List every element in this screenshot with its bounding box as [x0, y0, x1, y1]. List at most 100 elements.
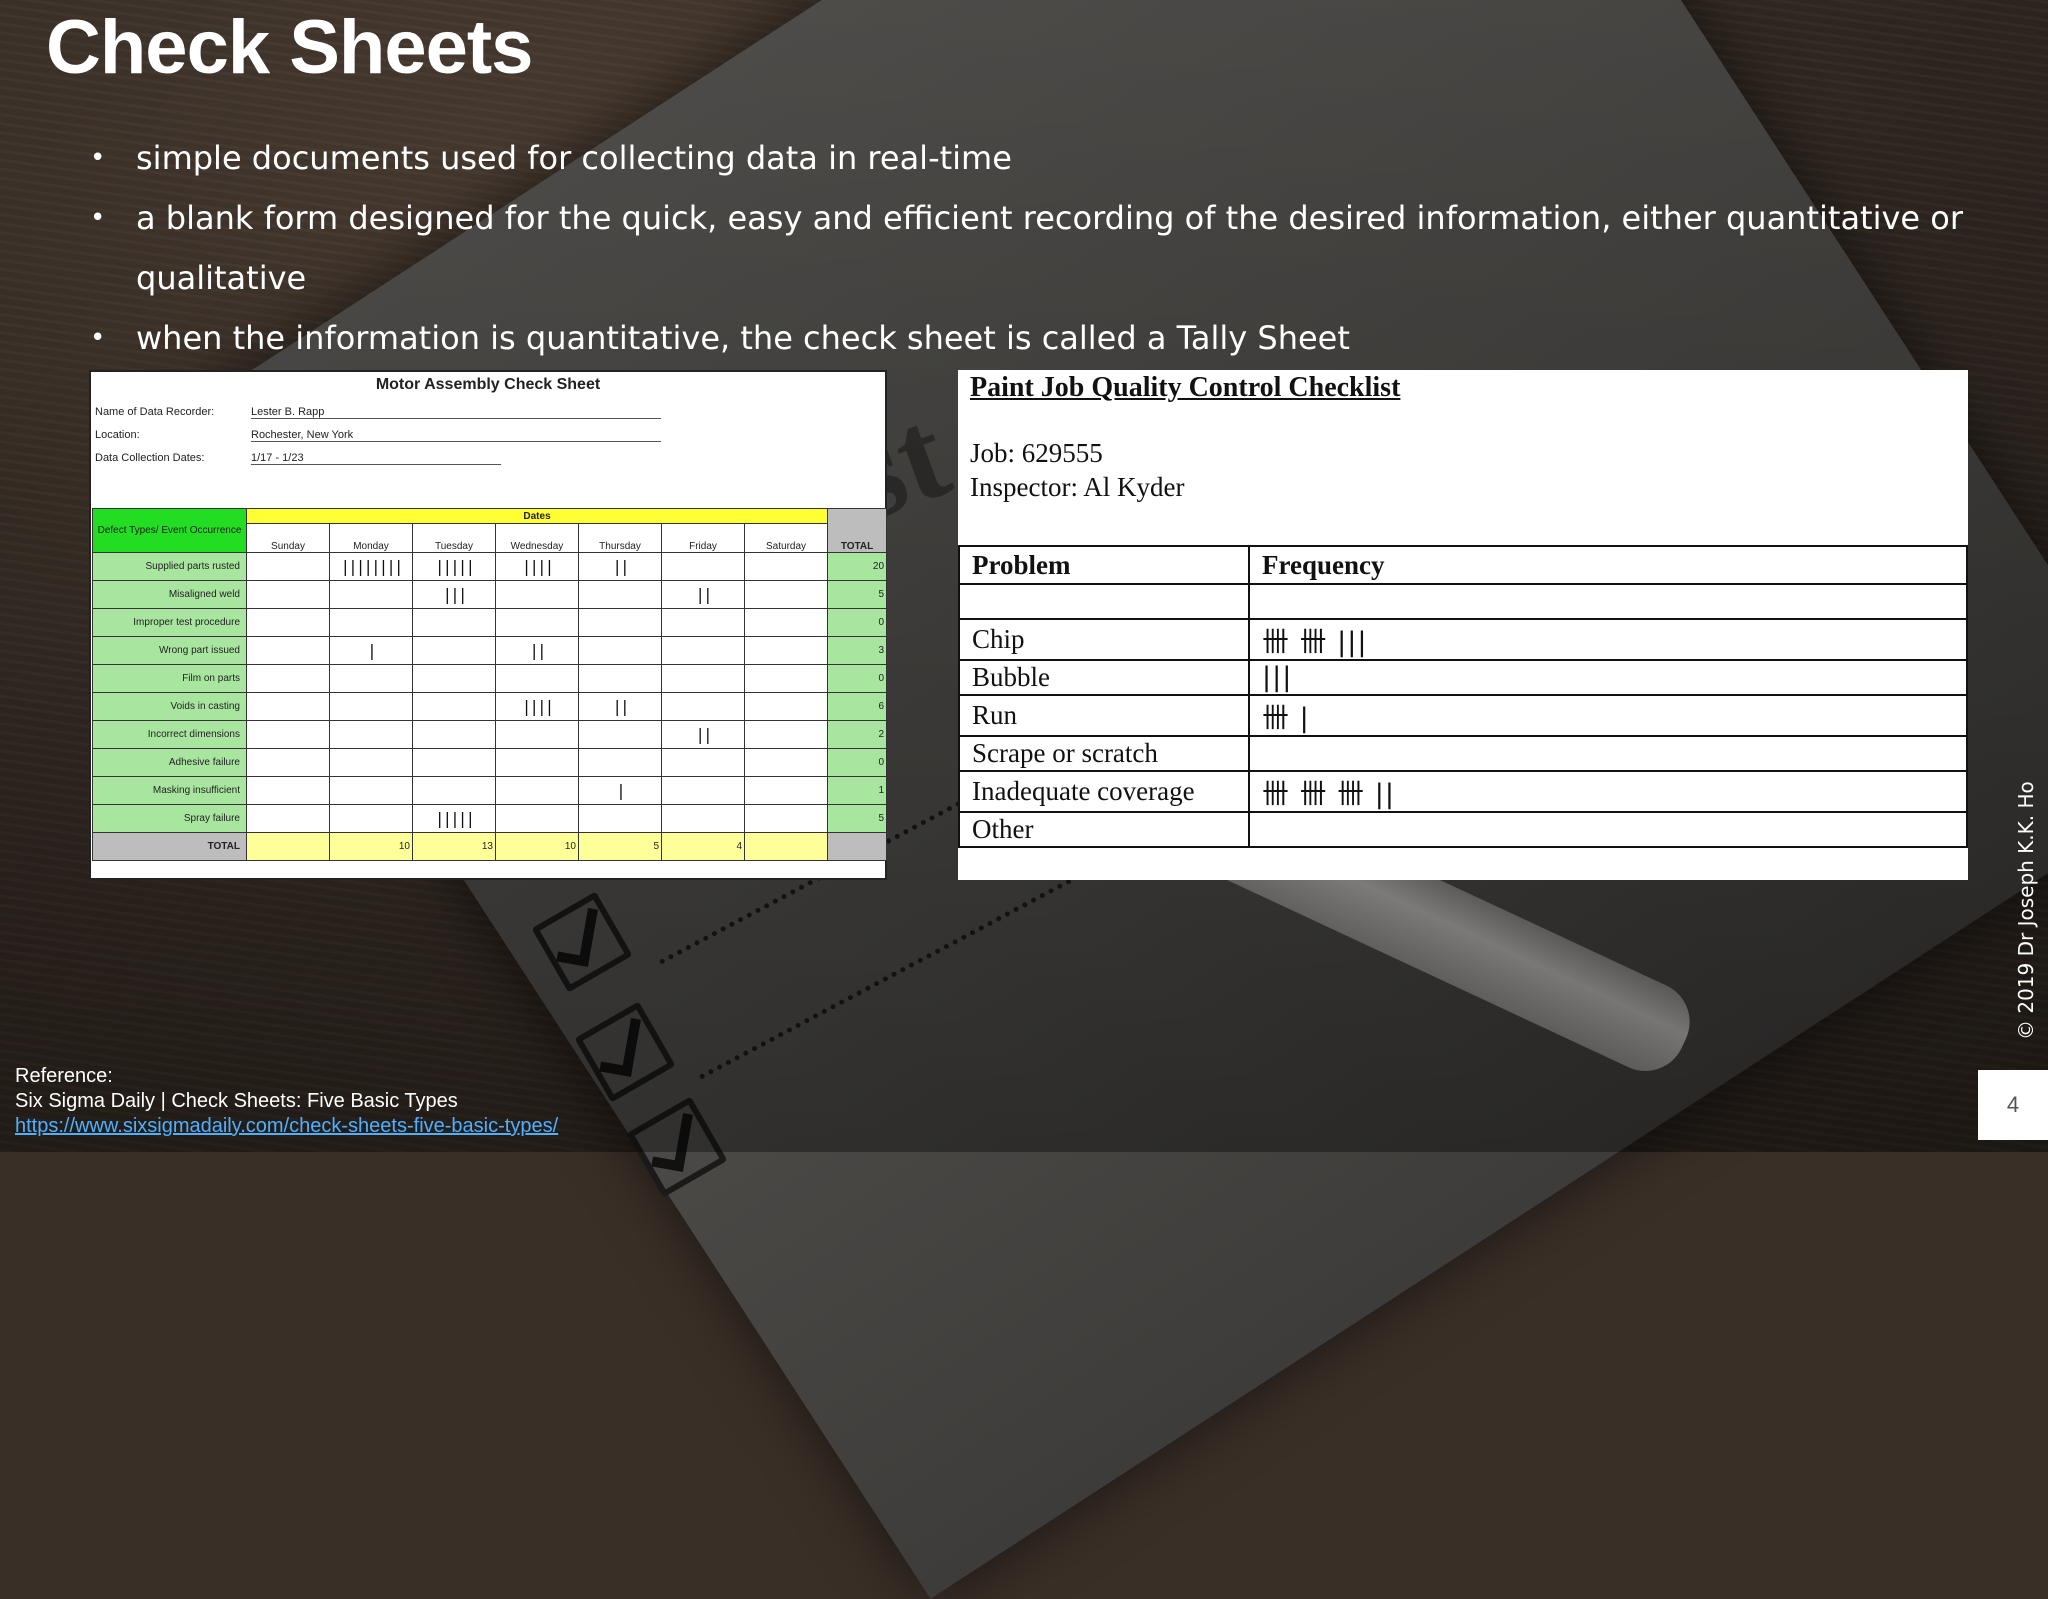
tally-cell	[329, 776, 413, 805]
dates-header: Dates	[245, 508, 829, 524]
table-row: Misaligned weld ||| || 5	[92, 580, 888, 609]
tally-cell: |	[329, 636, 413, 665]
defect-type-label: Misaligned weld	[92, 580, 247, 609]
tally-cell	[329, 608, 413, 637]
reference-label: Reference:	[15, 1065, 113, 1087]
tally-cell	[329, 692, 413, 721]
defect-type-label: Improper test procedure	[92, 608, 247, 637]
tally-cell	[661, 748, 745, 777]
day-total: 4	[661, 832, 745, 861]
tally-cell	[329, 580, 413, 609]
table-row: Masking insufficient | 1	[92, 776, 888, 805]
defect-type-label: Masking insufficient	[92, 776, 247, 805]
day-total: 10	[329, 832, 413, 861]
tally-cell	[578, 748, 662, 777]
defect-types-header: Defect Types/ Event Occurrence	[92, 508, 247, 553]
tally-cell	[743, 692, 829, 721]
day-total: 10	[495, 832, 579, 861]
tally-cell	[661, 552, 745, 581]
problem-cell: Run	[958, 694, 1250, 737]
table-row: Film on parts 0	[92, 664, 888, 693]
reference-link[interactable]: https://www.sixsigmadaily.com/check-shee…	[15, 1115, 558, 1137]
tally-cell	[412, 664, 496, 693]
tally-cell	[495, 748, 579, 777]
dates-value: 1/17 - 1/23	[251, 452, 501, 465]
tally-cell	[743, 804, 829, 833]
location-field: Location: Rochester, New York	[95, 429, 661, 442]
frequency-tally-cell	[1248, 811, 1968, 848]
tally-cell	[412, 748, 496, 777]
tally-cell	[661, 804, 745, 833]
table-row: Wrong part issued | || 3	[92, 636, 888, 665]
blank-cell	[1248, 583, 1968, 620]
tally-cell	[412, 608, 496, 637]
tally-cell	[329, 804, 413, 833]
defect-type-label: Incorrect dimensions	[92, 720, 247, 749]
day-header: Thursday	[578, 523, 662, 553]
tally-cell	[412, 692, 496, 721]
row-total: 5	[827, 580, 888, 609]
tally-cell	[495, 804, 579, 833]
tally-cell	[578, 804, 662, 833]
tally-cell: |||	[412, 580, 496, 609]
paint-sheet-title: Paint Job Quality Control Checklist	[970, 372, 1401, 403]
tally-cell	[495, 776, 579, 805]
defect-type-label: Spray failure	[92, 804, 247, 833]
tally-cell	[246, 636, 330, 665]
copyright-notice: © 2019 Dr Joseph K.K. Ho	[2014, 781, 2038, 1040]
row-total: 0	[827, 664, 888, 693]
reference-block: Reference: Six Sigma Daily | Check Sheet…	[15, 1064, 558, 1139]
defect-type-label: Film on parts	[92, 664, 247, 693]
frequency-tally-cell: |||	[1248, 659, 1968, 696]
total-header: TOTAL	[827, 508, 888, 553]
tally-cell	[246, 664, 330, 693]
tally-cell	[743, 776, 829, 805]
page-number: 4	[1978, 1070, 2048, 1140]
tally-cell	[743, 636, 829, 665]
day-total: 13	[412, 832, 496, 861]
day-total: 5	[578, 832, 662, 861]
table-row: Chip 卌 卌 |||	[958, 618, 1968, 661]
row-total: 0	[827, 608, 888, 637]
tally-cell	[661, 636, 745, 665]
bullet-item: simple documents used for collecting dat…	[88, 128, 2048, 188]
bullet-item: when the information is quantitative, th…	[88, 308, 2048, 368]
defect-type-label: Wrong part issued	[92, 636, 247, 665]
defect-type-label: Voids in casting	[92, 692, 247, 721]
frequency-tally-cell: 卌 |	[1248, 694, 1968, 737]
tally-cell: ||||	[495, 692, 579, 721]
frequency-tally-cell: 卌 卌 卌 ||	[1248, 770, 1968, 813]
tally-cell: ||	[661, 580, 745, 609]
tally-cell	[743, 664, 829, 693]
job-number: Job: 629555	[970, 438, 1103, 468]
day-header: Friday	[661, 523, 745, 553]
tally-cell	[329, 748, 413, 777]
row-total: 6	[827, 692, 888, 721]
day-total	[743, 832, 829, 861]
row-total: 1	[827, 776, 888, 805]
location-label: Location:	[95, 429, 140, 441]
tally-cell: ||	[578, 552, 662, 581]
row-total: 5	[827, 804, 888, 833]
row-total: 0	[827, 748, 888, 777]
tally-cell	[412, 776, 496, 805]
bullet-item: a blank form designed for the quick, eas…	[88, 188, 2048, 308]
tally-cell	[246, 720, 330, 749]
frequency-column-header: Frequency	[1248, 545, 1968, 585]
motor-sheet-title: Motor Assembly Check Sheet	[375, 376, 601, 393]
tally-cell: ||||||||	[329, 552, 413, 581]
tally-cell	[495, 720, 579, 749]
table-row: Incorrect dimensions || 2	[92, 720, 888, 749]
frequency-tally-cell: 卌 卌 |||	[1248, 618, 1968, 661]
row-total: 3	[827, 636, 888, 665]
tally-cell	[246, 580, 330, 609]
tally-cell	[578, 608, 662, 637]
row-total: 2	[827, 720, 888, 749]
tally-cell	[246, 804, 330, 833]
tally-cell	[578, 664, 662, 693]
totals-label: TOTAL	[92, 832, 247, 861]
dates-field: Data Collection Dates: 1/17 - 1/23	[95, 452, 501, 465]
recorder-label: Name of Data Recorder:	[95, 406, 215, 418]
table-row: Voids in casting |||| || 6	[92, 692, 888, 721]
grand-total-cell	[827, 832, 888, 861]
